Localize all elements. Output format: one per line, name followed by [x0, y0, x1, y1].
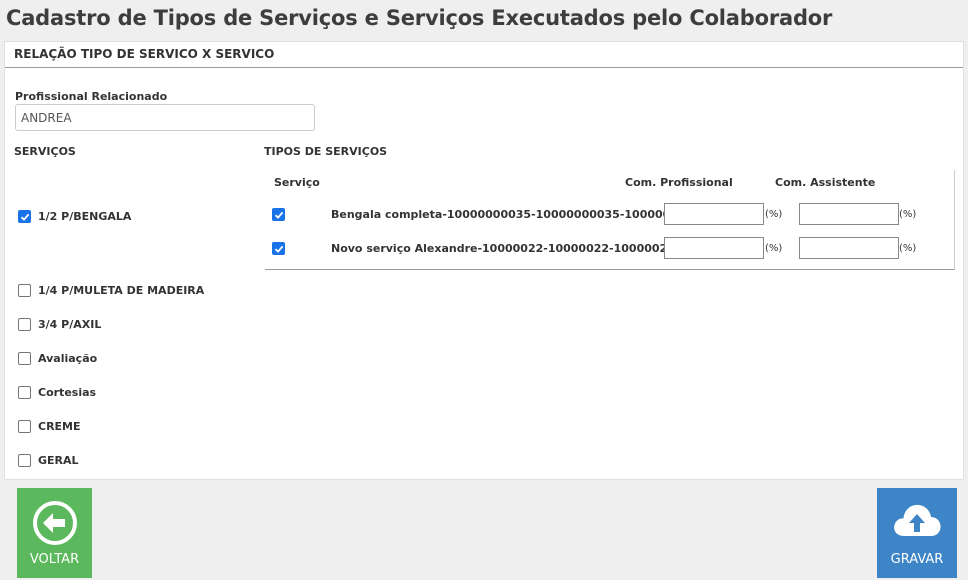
service-label: 1/2 P/BENGALA	[38, 210, 132, 223]
professional-field[interactable]	[15, 104, 315, 131]
row-service-name: Novo serviço Alexandre-10000022-10000022…	[331, 242, 675, 255]
service-checkbox[interactable]	[18, 284, 31, 297]
row-checkbox[interactable]	[272, 242, 285, 255]
service-checkbox[interactable]	[18, 318, 31, 331]
service-item[interactable]: CREME	[18, 420, 81, 433]
service-item[interactable]: Avaliação	[18, 352, 97, 365]
back-button[interactable]: VOLTAR	[17, 488, 92, 578]
service-label: CREME	[38, 420, 81, 433]
percent-suffix: (%)	[765, 209, 783, 220]
service-label: Avaliação	[38, 352, 98, 365]
com-assistant-input[interactable]	[799, 203, 899, 225]
header-com-professional: Com. Profissional	[625, 176, 733, 189]
service-checkbox[interactable]	[18, 352, 31, 365]
page-title: Cadastro de Tipos de Serviços e Serviços…	[6, 6, 833, 30]
service-label: Cortesias	[38, 386, 97, 399]
relation-panel: RELAÇÃO TIPO DE SERVICO X SERVICO Profis…	[4, 41, 964, 480]
percent-suffix: (%)	[765, 243, 783, 254]
com-assistant-input[interactable]	[799, 237, 899, 259]
cloud-upload-icon	[891, 500, 943, 548]
arrow-left-circle-icon	[32, 500, 78, 550]
service-label: 3/4 P/AXIL	[38, 318, 102, 331]
service-item[interactable]: 1/2 P/BENGALA	[18, 210, 131, 223]
service-checkbox[interactable]	[18, 420, 31, 433]
service-checkbox[interactable]	[18, 386, 31, 399]
row-service-name: Bengala completa-10000000035-10000000035…	[331, 208, 694, 221]
header-com-assistant: Com. Assistente	[775, 176, 876, 189]
header-service: Serviço	[274, 176, 320, 189]
panel-heading: RELAÇÃO TIPO DE SERVICO X SERVICO	[5, 42, 963, 68]
service-checkbox[interactable]	[18, 210, 31, 223]
back-button-label: VOLTAR	[29, 552, 80, 567]
com-professional-input[interactable]	[664, 203, 764, 225]
service-label: 1/4 P/MULETA DE MADEIRA	[38, 284, 205, 297]
percent-suffix: (%)	[899, 209, 917, 220]
service-item[interactable]: 3/4 P/AXIL	[18, 318, 101, 331]
professional-label: Profissional Relacionado	[15, 90, 168, 103]
services-label: SERVIÇOS	[14, 145, 76, 158]
service-checkbox[interactable]	[18, 454, 31, 467]
row-checkbox[interactable]	[272, 208, 285, 221]
service-types-table: Serviço Com. Profissional Com. Assistent…	[265, 170, 955, 270]
save-button[interactable]: GRAVAR	[877, 488, 957, 578]
service-item[interactable]: GERAL	[18, 454, 79, 467]
com-professional-input[interactable]	[664, 237, 764, 259]
save-button-label: GRAVAR	[890, 552, 944, 567]
service-item[interactable]: 1/4 P/MULETA DE MADEIRA	[18, 284, 204, 297]
service-item[interactable]: Cortesias	[18, 386, 96, 399]
service-label: GERAL	[38, 454, 79, 467]
percent-suffix: (%)	[899, 243, 917, 254]
service-types-label: TIPOS DE SERVIÇOS	[264, 145, 388, 158]
